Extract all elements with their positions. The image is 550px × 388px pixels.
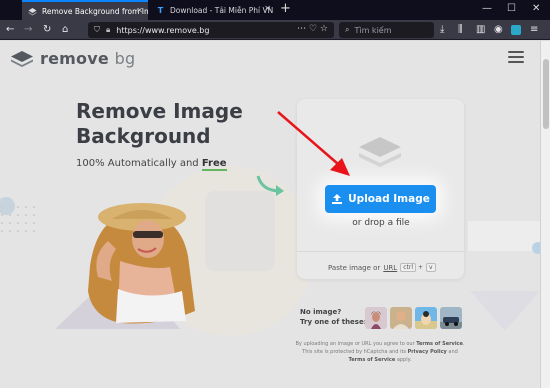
maximize-icon[interactable]: ☐ [507,3,516,14]
shield-icon: ⛉ [94,25,100,34]
page-actions-icons[interactable]: ⋯ ♡ ☆ [297,24,328,34]
site-logo[interactable]: remove bg [10,49,135,68]
privacy-link[interactable]: Privacy Policy [408,349,447,355]
tab-download[interactable]: T Download - Tải Miễn Phí VN - P ✕ [150,0,276,20]
reload-icon[interactable]: ↻ [43,23,51,37]
download-icon[interactable]: ⤓ [440,23,444,37]
forward-icon[interactable]: → [24,23,32,37]
annotation-arrow-icon [277,111,350,176]
scrollbar-thumb[interactable] [543,59,549,129]
kbd-v: v [426,263,436,272]
close-tab-icon[interactable]: ✕ [264,4,271,13]
terms-link-2[interactable]: Terms of Service [349,357,396,363]
search-input[interactable]: ⌕ Tìm kiếm [339,22,434,38]
sample-image-woman[interactable] [365,307,387,329]
removebg-favicon-icon [28,7,37,16]
paste-hint: Paste image or URL ctrl + v [328,263,436,272]
kbd-ctrl: ctrl [400,263,416,272]
sample-prompt: No image? Try one of these: [300,308,367,326]
hamburger-menu-icon[interactable] [508,51,524,63]
tab-title: Download - Tải Miễn Phí VN - P [170,5,276,15]
browser-toolbar: ← → ↻ ⌂ ⛉ 🔒︎ https://www.remove.bg ⋯ ♡ ☆… [0,20,550,40]
legal-text: By uploading an image or URL you agree t… [295,341,465,363]
paste-url-link[interactable]: URL [383,264,397,272]
sidebar-icon[interactable]: ▥ [476,23,485,37]
library-icon[interactable]: ⫼ [458,23,463,37]
upload-icon [332,194,343,204]
card-divider [297,251,464,252]
drop-hint: or drop a file [352,218,410,228]
search-placeholder: Tìm kiếm [354,25,392,35]
browser-tab-bar: Remove Background from Ima ✕ T Download … [0,0,550,20]
page-title: Remove Image Background [76,99,243,149]
address-bar[interactable]: ⛉ 🔒︎ https://www.remove.bg ⋯ ♡ ☆ [88,22,334,38]
back-icon[interactable]: ← [6,23,14,37]
home-icon[interactable]: ⌂ [62,23,68,37]
subtitle: 100% Automatically and Free [76,158,227,171]
logo-wordmark: remove bg [40,49,136,68]
free-emphasis: Free [201,158,227,171]
upload-image-button[interactable]: Upload Image [325,185,436,213]
removebg-logo-icon [11,50,33,67]
sample-image-car[interactable] [440,307,462,329]
layers-icon [359,137,401,167]
extension-icon[interactable] [511,25,521,35]
sample-image-animal[interactable] [415,307,437,329]
close-tab-icon[interactable]: ✕ [136,6,143,15]
menu-icon[interactable]: ≡ [530,23,538,37]
lock-icon: 🔒︎ [106,25,111,34]
tab-title: Remove Background from Ima [42,6,148,16]
new-tab-icon[interactable]: + [280,1,291,16]
minimize-icon[interactable]: — [482,3,492,14]
account-icon[interactable]: ◉ [494,23,503,37]
scrollbar[interactable] [540,41,550,388]
sample-woman-photo [88,203,195,324]
title-line-2: Background [76,124,211,148]
title-line-1: Remove Image [76,99,243,123]
tab-remove-bg[interactable]: Remove Background from Ima ✕ [22,0,148,20]
terms-link[interactable]: Terms of Service [416,341,463,347]
taimienphi-favicon-icon: T [157,5,164,15]
url-text: https://www.remove.bg [116,25,210,35]
page-content: remove bg Remove Image Background 100% A… [0,41,540,388]
search-icon: ⌕ [345,25,350,34]
close-window-icon[interactable]: ✕ [532,3,540,14]
upload-button-label: Upload Image [348,193,430,205]
sample-image-person[interactable] [390,307,412,329]
